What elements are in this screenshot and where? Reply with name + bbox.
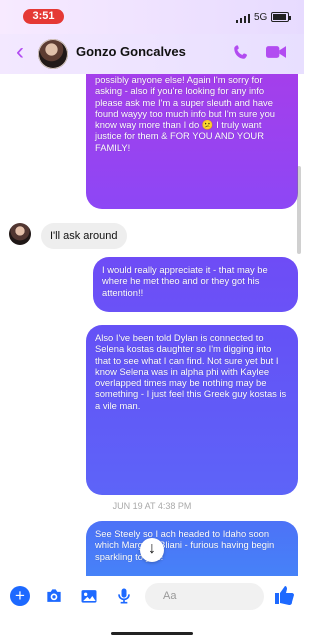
back-icon[interactable]: ‹ bbox=[10, 40, 30, 65]
incoming-message[interactable]: I'll ask around bbox=[41, 223, 127, 249]
outgoing-message[interactable]: possibly anyone else! Again I'm sorry fo… bbox=[86, 74, 298, 209]
network-label: 5G bbox=[254, 12, 268, 23]
microphone-icon[interactable] bbox=[113, 586, 135, 606]
image-icon[interactable] bbox=[78, 586, 100, 606]
phone-icon[interactable] bbox=[232, 42, 250, 62]
message-scrollbar[interactable] bbox=[297, 166, 301, 254]
signal-icon bbox=[236, 13, 250, 23]
message-composer: + Aa bbox=[0, 576, 304, 640]
status-bar: 3:51 5G bbox=[0, 0, 304, 34]
contact-small-avatar bbox=[9, 223, 31, 245]
conversation-header: ‹ Gonzo Goncalves bbox=[0, 34, 304, 74]
outgoing-message[interactable]: See Steely so I ach headed to Idaho soon… bbox=[86, 521, 298, 576]
battery-icon bbox=[271, 12, 291, 22]
message-input[interactable]: Aa bbox=[145, 583, 264, 610]
plus-icon[interactable]: + bbox=[10, 586, 30, 606]
thumbs-up-icon[interactable] bbox=[272, 583, 296, 607]
messenger-screen: 3:51 5G ‹ Gonzo Goncalves possibly anyon… bbox=[0, 0, 304, 640]
outgoing-message[interactable]: I would really appreciate it - that may … bbox=[93, 257, 298, 312]
status-time: 3:51 bbox=[23, 9, 64, 24]
video-camera-icon[interactable] bbox=[264, 42, 288, 62]
contact-avatar[interactable] bbox=[38, 39, 68, 69]
contact-name[interactable]: Gonzo Goncalves bbox=[76, 44, 186, 59]
message-thread[interactable]: possibly anyone else! Again I'm sorry fo… bbox=[0, 74, 304, 576]
message-timestamp: JUN 19 AT 4:38 PM bbox=[112, 501, 192, 511]
battery-level bbox=[273, 14, 286, 20]
outgoing-message[interactable]: Also I've been told Dylan is connected t… bbox=[86, 325, 298, 495]
scroll-down-button[interactable]: ↓ bbox=[140, 538, 164, 562]
home-indicator bbox=[111, 632, 193, 635]
message-input-placeholder: Aa bbox=[163, 590, 177, 602]
camera-icon[interactable] bbox=[43, 586, 65, 606]
